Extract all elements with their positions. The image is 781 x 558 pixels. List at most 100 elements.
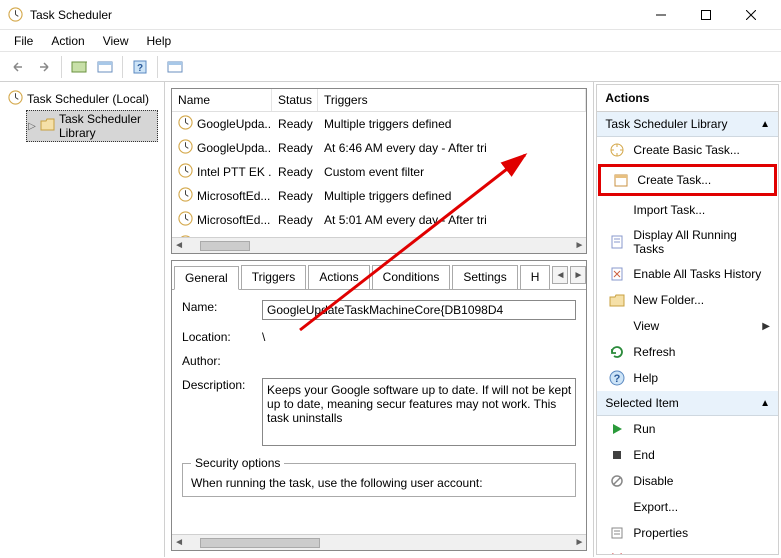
maximize-button[interactable] bbox=[683, 0, 728, 30]
action-library-help[interactable]: ?Help bbox=[597, 365, 778, 391]
action-library-create-task[interactable]: Create Task... bbox=[598, 164, 777, 196]
clock-icon bbox=[178, 187, 193, 205]
tab-scroll-left[interactable]: ◄ bbox=[552, 266, 568, 284]
action-library-display-running[interactable]: Display All Running Tasks bbox=[597, 223, 778, 261]
tree-library[interactable]: ▷ Task Scheduler Library bbox=[26, 110, 158, 142]
task-list-body[interactable]: GoogleUpda...ReadyMultiple triggers defi… bbox=[172, 112, 586, 237]
props-icon bbox=[609, 525, 625, 541]
col-name[interactable]: Name bbox=[172, 89, 272, 111]
actions-body: Task Scheduler Library ▲ Create Basic Ta… bbox=[596, 112, 779, 555]
tree-pane: Task Scheduler (Local) ▷ Task Scheduler … bbox=[0, 82, 165, 557]
delete-icon bbox=[609, 551, 625, 555]
task-row-status: Ready bbox=[272, 208, 318, 232]
action-selected-end[interactable]: End bbox=[597, 442, 778, 468]
minimize-button[interactable] bbox=[638, 0, 683, 30]
tab-actions[interactable]: Actions bbox=[308, 265, 369, 289]
task-row[interactable]: MicrosoftEd...ReadyMultiple triggers def… bbox=[172, 184, 586, 208]
svg-text:?: ? bbox=[614, 373, 621, 385]
detail-hscroll[interactable]: ◄► bbox=[172, 534, 586, 550]
actions-header: Actions bbox=[596, 84, 779, 112]
menu-help[interactable]: Help bbox=[139, 32, 180, 50]
clock-icon bbox=[178, 211, 193, 229]
task-row-trigger: At 6:46 AM every day - After tri bbox=[318, 136, 586, 160]
nav-forward-button[interactable] bbox=[32, 55, 56, 79]
action-library-create-basic[interactable]: Create Basic Task... bbox=[597, 137, 778, 163]
action-label: Create Task... bbox=[637, 173, 711, 187]
titlebar: Task Scheduler bbox=[0, 0, 781, 30]
toolbar-show-hide-console-button[interactable] bbox=[67, 55, 91, 79]
tab-conditions[interactable]: Conditions bbox=[372, 265, 451, 289]
help-icon: ? bbox=[609, 370, 625, 386]
field-description[interactable]: Keeps your Google software up to date. I… bbox=[262, 378, 576, 446]
actions-section-library[interactable]: Task Scheduler Library ▲ bbox=[597, 112, 778, 137]
col-status[interactable]: Status bbox=[272, 89, 318, 111]
menu-view[interactable]: View bbox=[95, 32, 137, 50]
tree-library-label: Task Scheduler Library bbox=[59, 112, 156, 140]
field-name[interactable]: GoogleUpdateTaskMachineCore{DB1098D4 bbox=[262, 300, 576, 320]
task-row[interactable]: Intel PTT EK ...ReadyCustom event filter bbox=[172, 160, 586, 184]
action-selected-disable[interactable]: Disable bbox=[597, 468, 778, 494]
blank-icon bbox=[609, 318, 625, 334]
window-title: Task Scheduler bbox=[30, 8, 112, 22]
action-selected-properties[interactable]: Properties bbox=[597, 520, 778, 546]
task-row-trigger: Custom event filter bbox=[318, 160, 586, 184]
security-options-group: Security options When running the task, … bbox=[182, 456, 576, 497]
task-row[interactable]: GoogleUpda...ReadyMultiple triggers defi… bbox=[172, 112, 586, 136]
clock-icon bbox=[178, 115, 193, 133]
tab-settings[interactable]: Settings bbox=[452, 265, 517, 289]
collapse-icon[interactable]: ▲ bbox=[760, 119, 770, 130]
tab-triggers[interactable]: Triggers bbox=[241, 265, 307, 289]
sheet-icon bbox=[609, 234, 625, 250]
label-author: Author: bbox=[182, 354, 262, 368]
action-library-import[interactable]: Import Task... bbox=[597, 197, 778, 223]
task-row-status: Ready bbox=[272, 160, 318, 184]
toolbar: ? bbox=[0, 52, 781, 82]
action-library-refresh[interactable]: Refresh bbox=[597, 339, 778, 365]
calendar-icon bbox=[613, 172, 629, 188]
action-library-view[interactable]: View▶ bbox=[597, 313, 778, 339]
stop-icon bbox=[609, 447, 625, 463]
toolbar-panel-button-2[interactable] bbox=[163, 55, 187, 79]
task-row[interactable]: GoogleUpda...ReadyAt 6:46 AM every day -… bbox=[172, 136, 586, 160]
tree-root[interactable]: Task Scheduler (Local) bbox=[6, 88, 158, 110]
label-name: Name: bbox=[182, 300, 262, 314]
task-detail-pane: General Triggers Actions Conditions Sett… bbox=[171, 260, 587, 551]
task-row-name: GoogleUpda... bbox=[197, 141, 272, 155]
action-selected-run[interactable]: Run bbox=[597, 416, 778, 442]
menu-file[interactable]: File bbox=[6, 32, 41, 50]
security-account-line: When running the task, use the following… bbox=[191, 476, 567, 490]
tab-general[interactable]: General bbox=[174, 266, 239, 290]
detail-tabs: General Triggers Actions Conditions Sett… bbox=[172, 261, 586, 290]
task-row-name: Intel PTT EK ... bbox=[197, 165, 272, 179]
tab-history[interactable]: H bbox=[520, 265, 551, 289]
task-row-status: Ready bbox=[272, 136, 318, 160]
nav-back-button[interactable] bbox=[6, 55, 30, 79]
toolbar-panel-button-1[interactable] bbox=[93, 55, 117, 79]
action-label: Enable All Tasks History bbox=[633, 267, 761, 281]
actions-section-selected[interactable]: Selected Item ▲ bbox=[597, 391, 778, 416]
toolbar-help-button[interactable]: ? bbox=[128, 55, 152, 79]
task-list-header: Name Status Triggers bbox=[172, 89, 586, 112]
tree-root-label: Task Scheduler (Local) bbox=[27, 92, 149, 106]
expand-icon[interactable]: ▷ bbox=[28, 121, 36, 132]
clock-icon bbox=[178, 139, 193, 157]
label-description: Description: bbox=[182, 378, 262, 392]
blank-icon bbox=[609, 499, 625, 515]
refresh-icon bbox=[609, 344, 625, 360]
tab-scroll-right[interactable]: ► bbox=[570, 266, 586, 284]
sheet-x-icon bbox=[609, 266, 625, 282]
collapse-icon[interactable]: ▲ bbox=[760, 398, 770, 409]
svg-text:?: ? bbox=[137, 63, 143, 74]
menu-action[interactable]: Action bbox=[43, 32, 92, 50]
submenu-arrow-icon: ▶ bbox=[762, 321, 770, 332]
action-library-enable-history[interactable]: Enable All Tasks History bbox=[597, 261, 778, 287]
task-list-hscroll[interactable]: ◄► bbox=[172, 237, 586, 253]
task-row[interactable]: MicrosoftEd...ReadyAt 5:01 AM every day … bbox=[172, 208, 586, 232]
action-selected-export[interactable]: Export... bbox=[597, 494, 778, 520]
folder-icon bbox=[609, 292, 625, 308]
close-button[interactable] bbox=[728, 0, 773, 30]
col-triggers[interactable]: Triggers bbox=[318, 89, 586, 111]
action-selected-delete[interactable]: Delete bbox=[597, 546, 778, 555]
action-library-new-folder[interactable]: New Folder... bbox=[597, 287, 778, 313]
clock-icon bbox=[8, 90, 23, 108]
